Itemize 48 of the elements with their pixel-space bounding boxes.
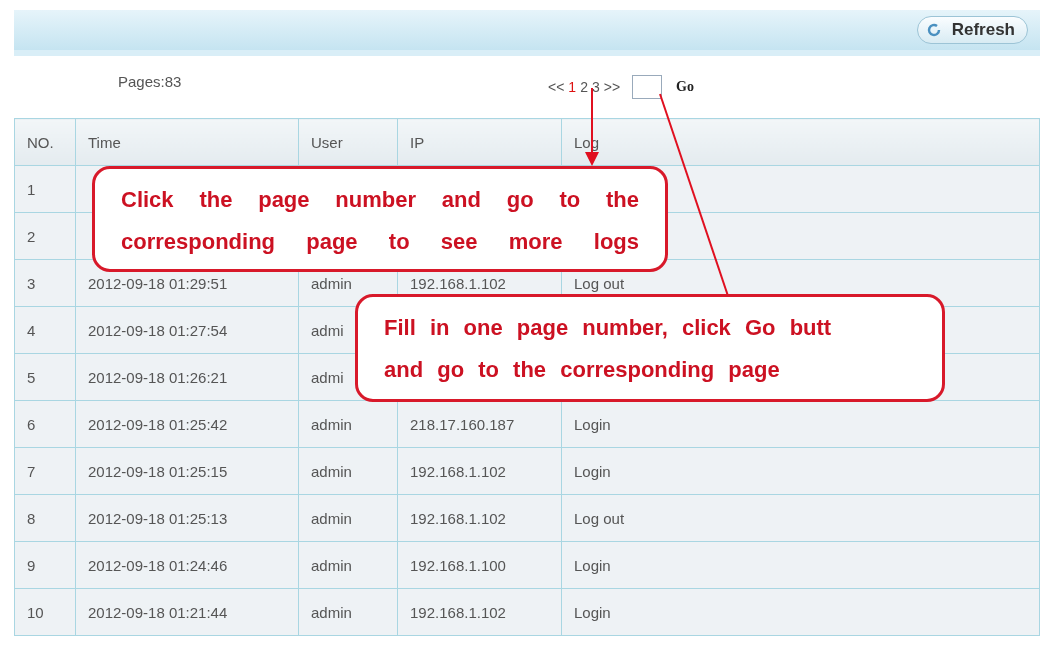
page-number-field[interactable] — [632, 75, 663, 99]
next-link[interactable]: >> — [603, 79, 621, 95]
refresh-icon — [925, 22, 942, 38]
table-cell: admin — [298, 588, 398, 636]
table-cell: 1 — [14, 165, 76, 213]
table-cell: 2012-09-18 01:24:46 — [75, 541, 299, 589]
table-cell: 192.168.1.102 — [397, 494, 562, 542]
callout-text: Click the page number and go to the — [121, 186, 639, 214]
go-button[interactable]: Go — [676, 79, 694, 95]
table-cell: 3 — [14, 259, 76, 307]
table-cell: 7 — [14, 447, 76, 495]
table-cell: 10 — [14, 588, 76, 636]
table-cell: 2012-09-18 01:25:42 — [75, 400, 299, 448]
table-cell: 2012-09-18 01:25:15 — [75, 447, 299, 495]
table-cell: 8 — [14, 494, 76, 542]
table-cell: admin — [298, 541, 398, 589]
table-cell: admin — [298, 400, 398, 448]
table-cell: Login — [561, 447, 1040, 495]
column-header: NO. — [14, 118, 76, 166]
column-header: Time — [75, 118, 299, 166]
table-cell: Log out — [561, 494, 1040, 542]
table-cell: 2 — [14, 212, 76, 260]
column-header: User — [298, 118, 398, 166]
table-cell: 192.168.1.102 — [397, 447, 562, 495]
previous-link[interactable]: << — [548, 79, 565, 95]
callout-text: corresponding page to see more logs — [121, 228, 639, 256]
page-link[interactable]: 2 — [580, 79, 588, 95]
table-cell: 192.168.1.100 — [397, 541, 562, 589]
page-count: Pages:83 — [118, 72, 183, 90]
table-cell: 2012-09-18 01:26:21 — [75, 353, 299, 401]
refresh-button[interactable]: Refresh — [916, 16, 1028, 44]
table-cell: 6 — [14, 400, 76, 448]
table-cell: 218.17.160.187 — [397, 400, 562, 448]
table-cell: 5 — [14, 353, 76, 401]
table-cell: 2012-09-18 01:27:54 — [75, 306, 299, 354]
page-link[interactable]: 1 — [568, 79, 577, 95]
table-cell: 192.168.1.102 — [397, 588, 562, 636]
table-cell: admin — [298, 447, 398, 495]
table-cell: 4 — [14, 306, 76, 354]
page-link[interactable]: 3 — [591, 79, 600, 95]
table-cell: Login — [561, 541, 1040, 589]
column-header: IP — [397, 118, 562, 166]
table-cell: 9 — [14, 541, 76, 589]
table-cell: 2012-09-18 01:25:13 — [75, 494, 299, 542]
table-cell: admin — [298, 494, 398, 542]
table-cell: 2012-09-18 01:21:44 — [75, 588, 299, 636]
table-cell: Login — [561, 400, 1040, 448]
table-cell: Login — [561, 588, 1040, 636]
